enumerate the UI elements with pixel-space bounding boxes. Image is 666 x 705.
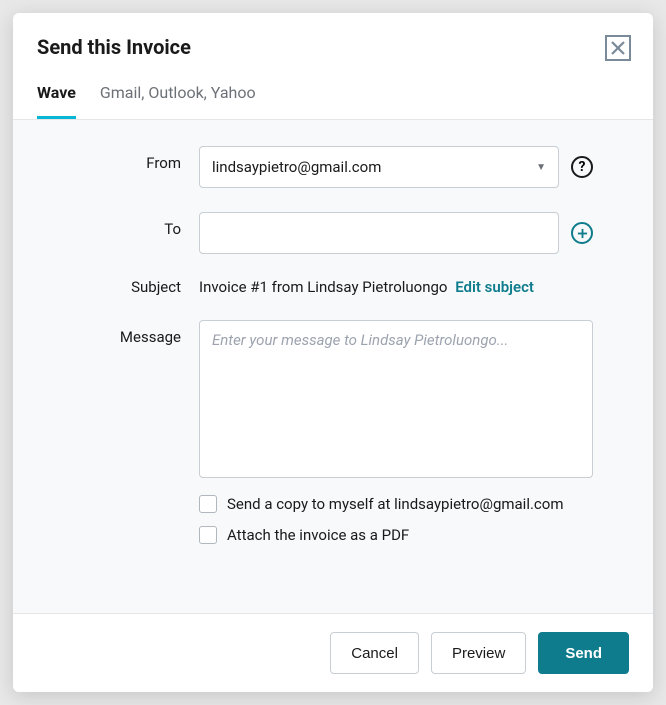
subject-label: Subject — [49, 278, 199, 296]
close-icon — [611, 41, 625, 55]
cancel-button[interactable]: Cancel — [330, 632, 419, 674]
to-row: To — [49, 212, 593, 254]
attach-pdf-checkbox[interactable] — [199, 526, 217, 544]
tab-wave[interactable]: Wave — [37, 83, 76, 119]
tab-gmail-outlook-yahoo[interactable]: Gmail, Outlook, Yahoo — [100, 83, 256, 119]
attach-pdf-row: Attach the invoice as a PDF — [199, 525, 579, 546]
subject-row: Subject Invoice #1 from Lindsay Pietrolu… — [49, 278, 593, 296]
modal-body: From lindsaypietro@gmail.com ▼ ? To — [13, 120, 653, 613]
close-button[interactable] — [605, 35, 631, 61]
tabs: Wave Gmail, Outlook, Yahoo — [37, 83, 629, 119]
add-recipient-button[interactable] — [571, 222, 593, 244]
modal-footer: Cancel Preview Send — [13, 613, 653, 692]
subject-text: Invoice #1 from Lindsay Pietroluongo — [199, 278, 448, 296]
preview-button[interactable]: Preview — [431, 632, 526, 674]
help-button[interactable]: ? — [571, 156, 593, 178]
chevron-down-icon: ▼ — [536, 162, 546, 173]
modal-title: Send this Invoice — [37, 35, 629, 59]
message-label: Message — [49, 320, 199, 346]
to-input[interactable] — [212, 213, 546, 253]
modal-header: Send this Invoice Wave Gmail, Outlook, Y… — [13, 13, 653, 120]
plus-icon — [577, 228, 588, 239]
subject-value: Invoice #1 from Lindsay Pietroluongo Edi… — [199, 278, 534, 296]
to-input-wrap — [199, 212, 559, 254]
send-copy-row: Send a copy to myself at lindsaypietro@g… — [199, 494, 579, 515]
send-invoice-modal: Send this Invoice Wave Gmail, Outlook, Y… — [13, 13, 653, 692]
send-button[interactable]: Send — [538, 632, 629, 674]
send-copy-checkbox[interactable] — [199, 495, 217, 513]
send-copy-label: Send a copy to myself at lindsaypietro@g… — [227, 494, 564, 515]
message-row: Message — [49, 320, 593, 478]
from-label: From — [49, 146, 199, 172]
attach-pdf-label: Attach the invoice as a PDF — [227, 525, 409, 546]
question-icon: ? — [579, 160, 586, 174]
to-label: To — [49, 212, 199, 238]
edit-subject-link[interactable]: Edit subject — [455, 278, 534, 296]
checkbox-container: Send a copy to myself at lindsaypietro@g… — [199, 494, 579, 546]
from-select[interactable]: lindsaypietro@gmail.com ▼ — [199, 146, 559, 188]
from-value: lindsaypietro@gmail.com — [212, 158, 381, 176]
message-textarea[interactable] — [199, 320, 593, 478]
from-row: From lindsaypietro@gmail.com ▼ ? — [49, 146, 593, 188]
